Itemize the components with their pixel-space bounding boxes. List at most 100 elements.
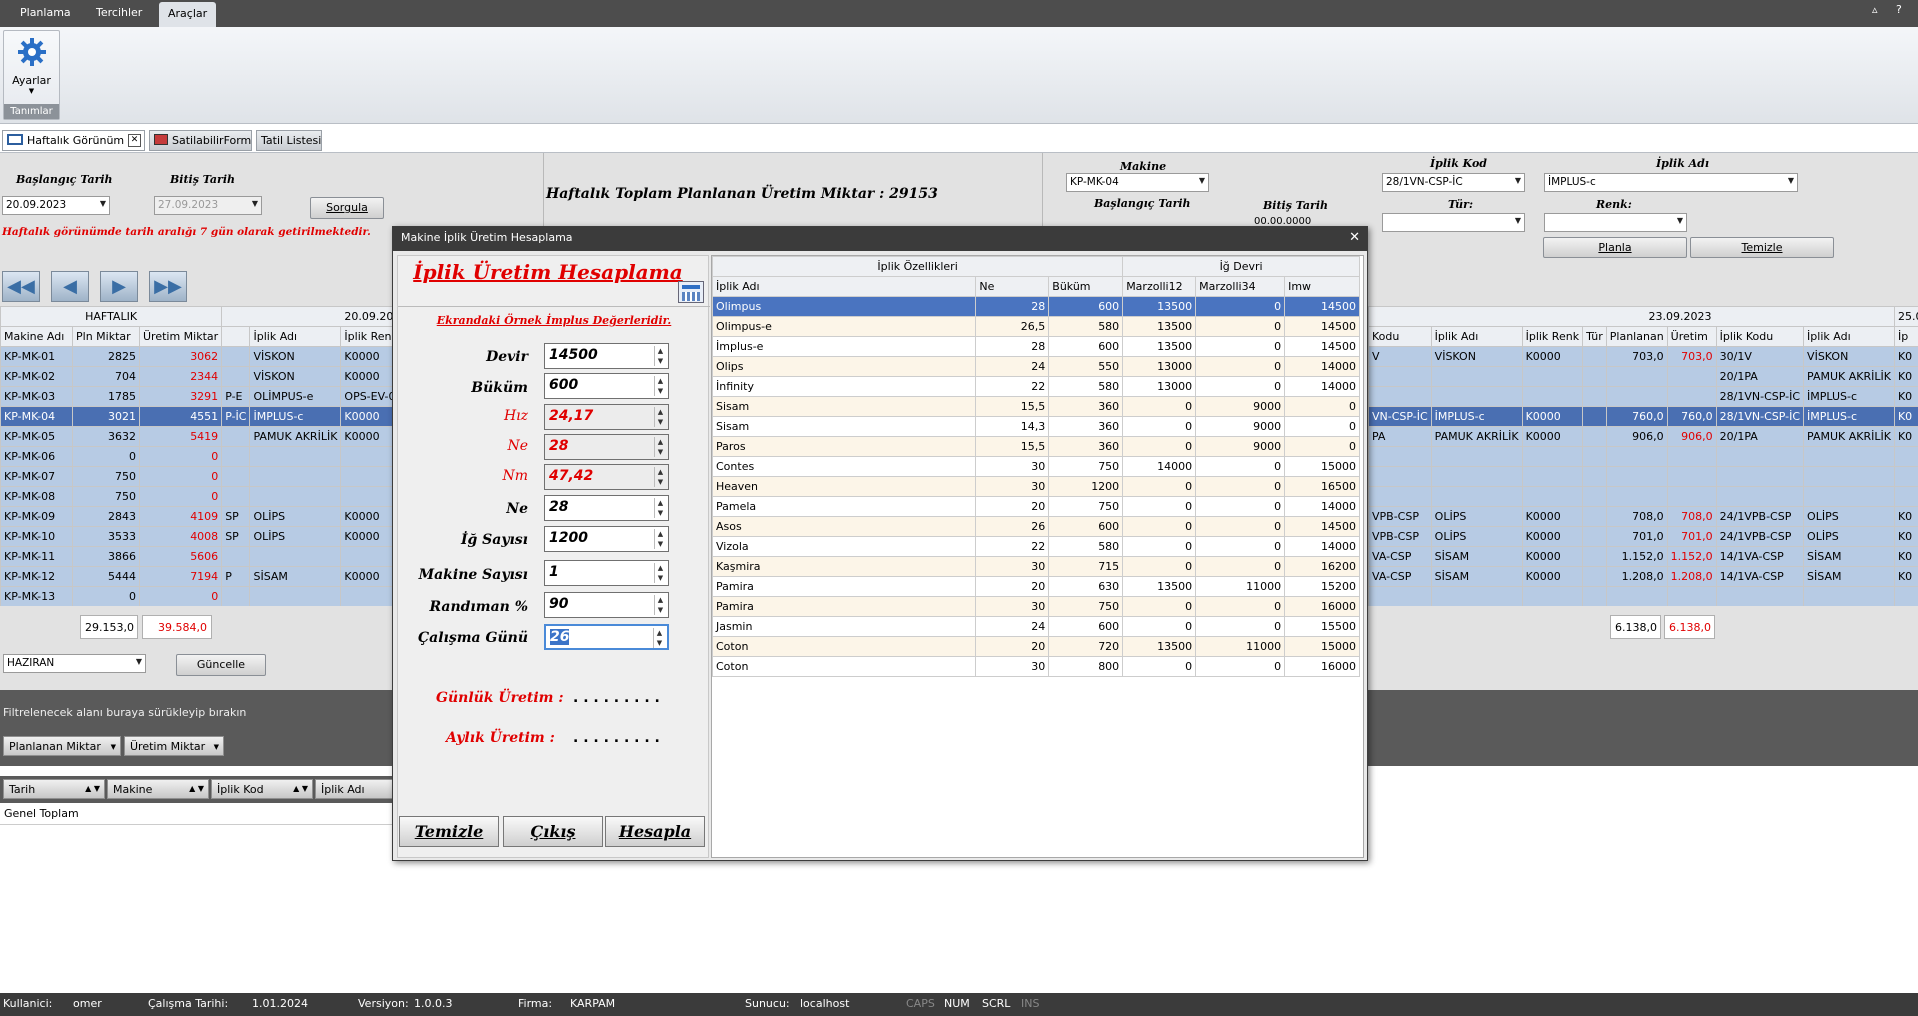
ne-cell[interactable]: 22 [975,536,1050,557]
color-cell[interactable]: K0 [1893,406,1918,427]
imw-cell[interactable]: 15000 [1284,456,1360,477]
imw-cell[interactable]: 14000 [1284,376,1360,397]
ne-cell[interactable]: 24 [975,616,1050,637]
machine-name-cell[interactable]: KP-MK-10 [0,526,73,547]
yarn-name-cell[interactable]: VİSKON [249,346,342,367]
ne-cell[interactable]: 20 [975,496,1050,517]
yarn-name-cell[interactable] [1430,386,1523,407]
table-row[interactable]: KP-MK-13 0 0 [0,586,412,607]
type-select[interactable]: ▼ [1382,213,1525,232]
code-cell[interactable] [221,446,251,467]
yarn-name-cell[interactable] [249,466,342,487]
col-iplik-adi[interactable]: İplik Adı [249,326,342,347]
machine-name-cell[interactable]: KP-MK-04 [0,406,73,427]
query-button[interactable]: Sorgula [310,197,384,219]
yarn-name-cell[interactable] [1430,446,1523,467]
plan-button[interactable]: Planla [1543,237,1687,258]
yarn-name-cell[interactable] [1430,586,1523,607]
production-cell[interactable]: 906,0 [1666,426,1717,447]
machine-name-cell[interactable]: KP-MK-11 [0,546,73,567]
table-row[interactable]: VA-CSP SİSAM K0000 1.208,0 1.208,0 14/1VA-CSP… [1368,566,1918,587]
yarn-name-cell[interactable]: SİSAM [1803,546,1895,567]
machine-name-cell[interactable]: KP-MK-12 [0,566,73,587]
marzolli34-cell[interactable]: 9000 [1195,436,1286,457]
marzolli12-cell[interactable]: 13500 [1122,636,1197,657]
table-row[interactable]: Olimpus 28 600 13500 0 14500 [712,296,1360,317]
pln-miktar-cell[interactable]: 3533 [72,526,140,547]
marzolli12-cell[interactable]: 0 [1122,556,1197,577]
table-row[interactable]: VA-CSP SİSAM K0000 1.152,0 1.152,0 14/1VA-CSP… [1368,546,1918,567]
update-button[interactable]: Güncelle [176,654,266,676]
ig-sayisi-input[interactable]: 1200 ▲ ▼ [544,526,669,552]
ne-cell[interactable]: 20 [975,636,1050,657]
table-row[interactable]: Heaven 30 1200 0 0 16500 [712,476,1360,497]
help-icon[interactable]: ? [1896,3,1902,16]
bukum-cell[interactable]: 600 [1048,516,1124,537]
imw-cell[interactable]: 15200 [1284,576,1360,597]
type-cell[interactable] [1582,586,1607,607]
planned-cell[interactable]: 703,0 [1605,346,1668,367]
table-row[interactable]: KP-MK-10 3533 4008 SP OLİPS K0000 [0,526,412,547]
spinner-icon[interactable]: ▲ ▼ [654,376,666,396]
code-cell[interactable] [1368,366,1432,387]
color-cell[interactable] [1893,586,1918,607]
menu-araclar[interactable]: Araçlar [159,2,217,27]
sort-filter-icon[interactable]: ▲ ▼ [85,784,100,793]
production-cell[interactable] [1666,466,1717,487]
yarn-code-cell[interactable]: 28/1VN-CSP-İC [1715,386,1805,407]
machine-name-cell[interactable]: KP-MK-03 [0,386,73,407]
imw-cell[interactable]: 14000 [1284,356,1360,377]
yarn-name-cell[interactable]: SİSAM [1430,546,1523,567]
sort-filter-icon[interactable]: ▲ ▼ [189,784,204,793]
ne-cell[interactable]: 28 [975,296,1050,317]
imw-cell[interactable]: 14500 [1284,516,1360,537]
bukum-cell[interactable]: 750 [1048,456,1124,477]
marzolli34-cell[interactable]: 11000 [1195,576,1286,597]
table-row[interactable]: Vizola 22 580 0 0 14000 [712,536,1360,557]
table-row[interactable] [1368,446,1918,467]
ne-cell[interactable]: 30 [975,596,1050,617]
type-cell[interactable] [1582,506,1607,527]
code-cell[interactable]: VA-CSP [1368,566,1432,587]
col-marzolli12[interactable]: Marzolli12 [1122,276,1197,297]
first-week-button[interactable]: ◀◀ [2,271,40,302]
yarn-code-cell[interactable]: 20/1PA [1715,426,1805,447]
yarn-name-cell[interactable] [249,486,342,507]
iplik-adi-cell[interactable]: Coton [712,656,977,677]
pln-miktar-cell[interactable]: 5444 [72,566,140,587]
pivot-field-planlanan[interactable]: Planlanan Miktar ▼ [3,736,121,756]
machine-name-cell[interactable]: KP-MK-06 [0,446,73,467]
pln-miktar-cell[interactable]: 2843 [72,506,140,527]
pln-miktar-cell[interactable]: 3866 [72,546,140,567]
iplik-adi-cell[interactable]: Pamira [712,596,977,617]
table-row[interactable] [1368,466,1918,487]
ne-cell[interactable]: 30 [975,476,1050,497]
yarn-name-select[interactable]: İMPLUS-c ▼ [1544,173,1798,192]
marzolli12-cell[interactable]: 13000 [1122,376,1197,397]
code-cell[interactable]: SP [221,526,251,547]
pln-miktar-cell[interactable]: 0 [72,586,140,607]
machine-name-cell[interactable]: KP-MK-01 [0,346,73,367]
yarn-code-cell[interactable] [1715,486,1805,507]
uretim-miktar-cell[interactable]: 0 [138,586,223,607]
col-kod[interactable] [221,326,251,347]
yarn-name-cell[interactable] [1803,486,1895,507]
table-row[interactable]: Kaşmira 30 715 0 0 16200 [712,556,1360,577]
table-row[interactable]: KP-MK-05 3632 5419 PAMUK AKRİLİK K0000 [0,426,412,447]
planned-cell[interactable] [1605,386,1668,407]
table-row[interactable]: KP-MK-11 3866 5606 [0,546,412,567]
planned-cell[interactable] [1605,446,1668,467]
table-row[interactable]: Olimpus-e 26,5 580 13500 0 14500 [712,316,1360,337]
ne-cell[interactable]: 20 [975,576,1050,597]
bukum-cell[interactable]: 600 [1048,616,1124,637]
marzolli34-cell[interactable]: 0 [1195,456,1286,477]
production-cell[interactable]: 760,0 [1666,406,1717,427]
ne-cell[interactable]: 15,5 [975,436,1050,457]
yarn-code-cell[interactable]: 24/1VPB-CSP [1715,526,1805,547]
code-cell[interactable] [221,466,251,487]
iplik-adi-cell[interactable]: Pamira [712,576,977,597]
ne-cell[interactable]: 26 [975,516,1050,537]
yarn-name-cell[interactable]: İMPLUS-c [249,406,342,427]
iplik-adi-cell[interactable]: İnfinity [712,376,977,397]
table-row[interactable]: Olips 24 550 13000 0 14000 [712,356,1360,377]
